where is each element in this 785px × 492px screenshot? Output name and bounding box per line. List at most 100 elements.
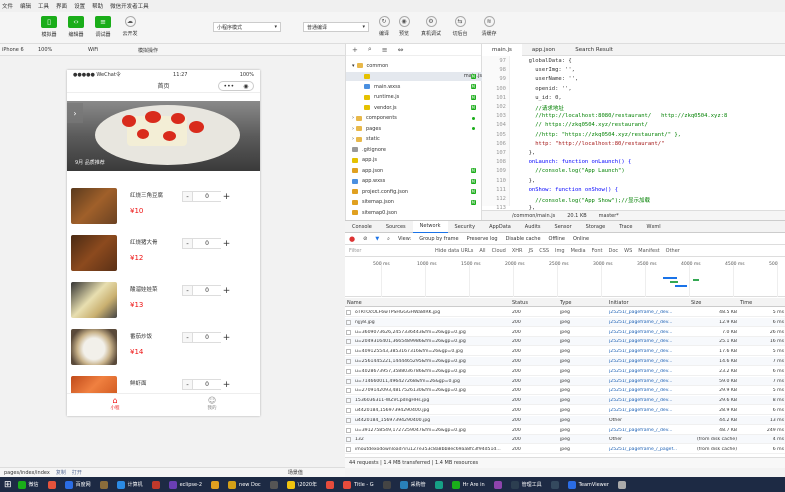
type-filter[interactable]: CSS (539, 248, 549, 254)
table-row[interactable]: u=4028673957,3588036786&fm=26&gp=0.jpg 20… (345, 367, 785, 376)
filter-icon[interactable]: ▼ (375, 236, 379, 242)
minus-button[interactable]: - (182, 332, 193, 343)
devtools-tab[interactable]: AppData (482, 221, 518, 233)
table-row[interactable]: u=3609073626,2457336443&fm=26&gp=0.jpg 20… (345, 328, 785, 337)
carousel-prev-icon[interactable]: › (67, 103, 83, 123)
taskbar-app[interactable]: 采购管 (397, 478, 429, 491)
table-row[interactable]: u=2709142093,4817526130&fm=26&gp=0.jpg 20… (345, 386, 785, 396)
editor-button[interactable]: ‹› 编辑器 (63, 16, 89, 38)
type-filter[interactable]: JS (529, 248, 534, 254)
file-item[interactable]: › pages (346, 124, 482, 133)
tab-home[interactable]: ⌂ 小程 (100, 396, 130, 411)
filter-input[interactable]: Filter (349, 248, 429, 254)
taskbar-app[interactable] (615, 478, 629, 491)
cloud-button[interactable]: ☁ 云开发 (117, 16, 143, 37)
table-row[interactable]: oTRTOcOLF6wTPSHGGGHWa8IRK.jpg 200 jpeg j252… (345, 308, 785, 317)
file-item[interactable]: › static (346, 135, 482, 144)
tab-main-js[interactable]: main.js (482, 43, 522, 56)
plus-button[interactable]: + (221, 285, 232, 296)
search-icon[interactable]: ⌕ (368, 45, 372, 54)
code-line[interactable]: }, (522, 178, 536, 184)
preview-button[interactable]: ◉ 预览 (391, 16, 417, 37)
devtools-tab[interactable]: Sources (379, 221, 413, 233)
devtools-tab[interactable]: Console (345, 221, 379, 233)
code-line[interactable]: //console.log("App Show");//显示加载 (522, 196, 650, 204)
table-row[interactable]: u4420184_15697394290400.jpg 200 jpeg Other 4… (345, 415, 785, 425)
table-row[interactable]: njjy8.jpg 200 jpeg j25251/_pageframe_/_dev.… (345, 317, 785, 327)
taskbar-app[interactable] (45, 478, 59, 491)
taskbar-app[interactable]: eclipse-2 (166, 478, 205, 491)
preserve-log[interactable]: Preserve log (467, 236, 498, 242)
chevron-icon[interactable]: › (352, 115, 354, 121)
type-filter[interactable]: Doc (609, 248, 619, 254)
type-filter[interactable]: Cloud (492, 248, 506, 254)
tab-mine[interactable]: ☺ 我的 (197, 396, 227, 411)
menu-settings[interactable]: 设置 (74, 2, 85, 10)
scene-label[interactable]: 场景值 (288, 469, 303, 476)
file-item[interactable]: vendor.js M (346, 103, 482, 112)
code-line[interactable]: //console.log("App Launch") (522, 168, 624, 174)
menu-icon[interactable]: ≡ (382, 46, 388, 54)
throttle-select[interactable]: Online (573, 236, 589, 242)
menu-help[interactable]: 帮助 (92, 2, 103, 10)
table-row[interactable]: u=714660011,496427268&fm=26&gp=0.jpg 200 j… (345, 376, 785, 386)
copy-link[interactable]: 复制 (56, 469, 66, 476)
file-item[interactable]: › components (346, 114, 482, 123)
code-line[interactable]: onShow: function onShow() { (522, 187, 618, 193)
table-row[interactable]: u=3912758549,1727259047&fm=26&gp=0.jpg 20… (345, 426, 785, 435)
code-line[interactable]: //http://localhost:8080/restaurant/ http… (522, 113, 727, 119)
file-item[interactable]: sitemap0.json (346, 208, 482, 217)
offline-toggle[interactable]: Offline (549, 236, 565, 242)
taskbar-app[interactable]: 百度网 (62, 478, 94, 491)
file-item[interactable]: project.config.json M (346, 187, 482, 196)
type-filter[interactable]: All (479, 248, 485, 254)
taskbar-app[interactable]: 管理工具 (508, 478, 545, 491)
chevron-icon[interactable]: ▾ (352, 63, 355, 69)
code-line[interactable]: u_id: 0, (522, 95, 562, 101)
file-item[interactable]: runtime.js M (346, 93, 482, 102)
tab-search-result[interactable]: Search Result (565, 44, 623, 56)
chevron-icon[interactable]: › (352, 126, 354, 132)
banner-carousel[interactable]: › 9月 品质推荐 (67, 101, 260, 171)
table-row[interactable]: u=2561445221,1444465295&fm=26&gp=0.jpg 20… (345, 357, 785, 366)
git-branch[interactable]: master* (599, 213, 619, 219)
taskbar-app[interactable]: new Doc (225, 478, 264, 491)
clear-icon[interactable]: ⊘ (363, 236, 367, 242)
tab-app-json[interactable]: app.json (522, 44, 565, 56)
more-icon[interactable]: ••• (224, 83, 235, 90)
menu-app[interactable]: 微信开发者工具 (110, 2, 149, 10)
code-line[interactable]: // https://zkq0504.xyz/restaurant/ (522, 122, 648, 128)
minus-button[interactable]: - (182, 238, 193, 249)
type-filter[interactable]: WS (624, 248, 632, 254)
taskbar-app[interactable] (380, 478, 394, 491)
simulator-button[interactable]: ▯ 模拟器 (36, 16, 62, 38)
code-line[interactable]: globalData: { (522, 58, 572, 64)
code-line[interactable]: openid: '', (522, 86, 571, 92)
code-line[interactable]: }, (522, 150, 536, 156)
close-circle-icon[interactable]: ◉ (243, 83, 248, 90)
devtools-tab[interactable]: Storage (579, 221, 613, 233)
code-line[interactable]: onLaunch: function onLaunch() { (522, 159, 632, 165)
network-select[interactable]: WiFi (88, 47, 98, 53)
code-line[interactable]: userName: '', (522, 76, 578, 82)
clear-cache-button[interactable]: ≋ 清缓存 (476, 16, 502, 37)
real-debug-button[interactable]: ⚙ 真机调试 (418, 16, 444, 37)
file-item[interactable]: app.js (346, 156, 482, 165)
sim-ops-select[interactable]: 模拟操作 (138, 47, 158, 54)
minus-button[interactable]: - (182, 379, 193, 390)
debugger-button[interactable]: ≡ 调试器 (90, 16, 116, 38)
menu-view[interactable]: 界面 (56, 2, 67, 10)
windows-start-icon[interactable]: ⊞ (4, 480, 12, 490)
collapse-icon[interactable]: ⇔ (398, 46, 404, 54)
type-filter[interactable]: XHR (512, 248, 523, 254)
menu-file[interactable]: 文件 (2, 2, 13, 10)
hide-data-urls[interactable]: Hide data URLs (435, 248, 473, 254)
taskbar-app[interactable]: 微信 (15, 478, 42, 491)
file-item[interactable]: ▾ common (346, 61, 482, 70)
devtools-tab[interactable]: Trace (612, 221, 639, 233)
type-filter[interactable]: Img (555, 248, 565, 254)
taskbar-app[interactable] (323, 478, 337, 491)
file-item[interactable]: app.json M (346, 166, 482, 175)
devtools-tab[interactable]: Wxml (640, 221, 668, 233)
record-icon[interactable]: ● (349, 235, 355, 243)
